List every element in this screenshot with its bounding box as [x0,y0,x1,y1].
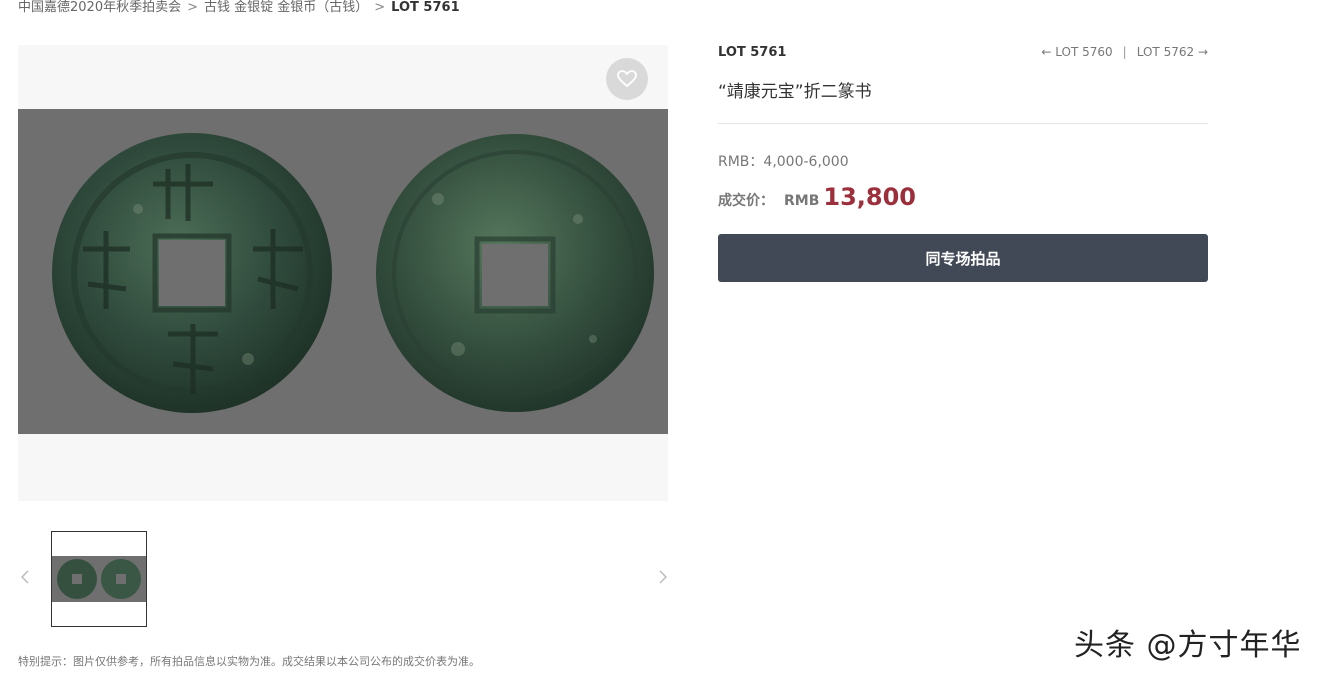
breadcrumb-separator: > [187,0,198,15]
divider [718,123,1208,124]
nav-divider: | [1122,45,1127,59]
arrow-right-icon: → [1197,45,1208,59]
sold-price-row: 成交价： RMB 13,800 [718,183,916,211]
coin-pair-image [52,133,654,413]
lot-info-panel: LOT 5761 ← LOT 5760 | LOT 5762 → “靖康元宝”折二篆… [718,45,1208,282]
favorite-button[interactable] [606,58,648,100]
prev-lot-link[interactable]: ← LOT 5760 [1041,45,1112,59]
breadcrumb-current: LOT 5761 [391,0,460,15]
lot-navigation: ← LOT 5760 | LOT 5762 → [1041,45,1208,59]
thumbnail-prev-button[interactable] [18,567,32,587]
estimate-price: RMB：4,000-6,000 [718,154,849,170]
lot-title: “靖康元宝”折二篆书 [718,82,872,102]
sold-price-label: 成交价： [718,193,774,209]
sold-currency: RMB [784,193,820,209]
arrow-left-icon: ← [1041,45,1052,59]
breadcrumb-separator: > [374,0,386,15]
heart-icon [617,70,637,88]
thumbnail-image [52,556,146,602]
thumbnail-strip [18,531,668,627]
thumbnail-item[interactable] [51,531,147,627]
breadcrumb-category-link[interactable]: 古钱 金银锭 金银币（古钱） [204,0,368,15]
chevron-right-icon [659,570,667,584]
next-lot-link[interactable]: LOT 5762 → [1137,45,1208,59]
watermark-text: 头条 @方寸年华 [1074,628,1302,663]
disclaimer-text: 特别提示：图片仅供参考，所有拍品信息以实物为准。成交结果以本公司公布的成交价表为… [18,655,480,668]
breadcrumb: 中国嘉德2020年秋季拍卖会 > 古钱 金银锭 金银币（古钱） > LOT 5761 [18,0,460,15]
sold-price-value: 13,800 [823,183,917,211]
thumbnail-next-button[interactable] [656,567,670,587]
breadcrumb-auction-link[interactable]: 中国嘉德2020年秋季拍卖会 [18,0,181,15]
chevron-left-icon [21,570,29,584]
same-session-lots-button[interactable]: 同专场拍品 [718,234,1208,282]
main-image-viewer [18,45,668,501]
lot-photo[interactable] [18,109,668,434]
